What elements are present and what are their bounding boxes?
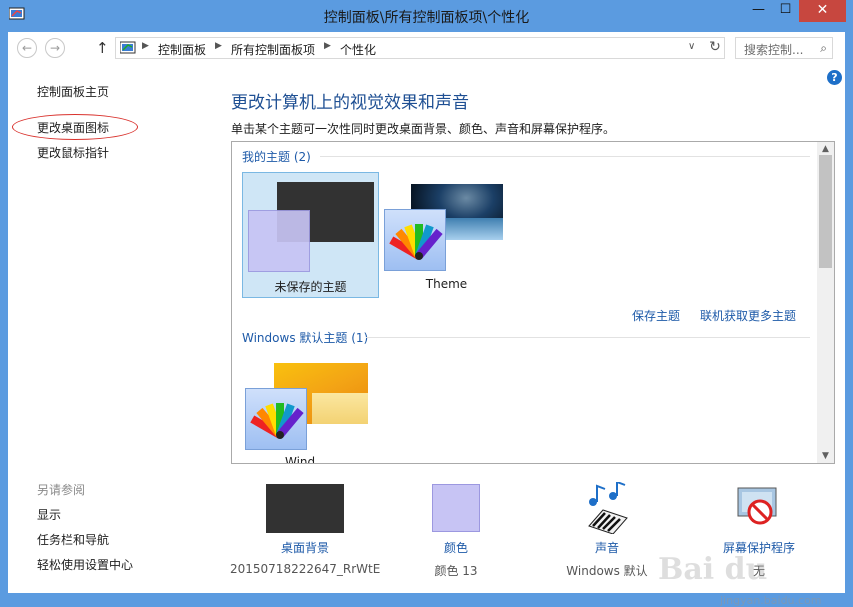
help-icon[interactable]: ?: [827, 70, 842, 85]
theme-list: 我的主题 (2) 未保存的主题 Theme 保存主题 联机获取更多主题 Wind…: [231, 141, 835, 464]
navigation-bar: ← → ↑ ▶ 控制面板 ▶ 所有控制面板项 ▶ 个性化 ∨ ↻ 搜索控制...…: [8, 32, 845, 64]
scrollbar-thumb[interactable]: [819, 155, 832, 268]
sound-value: Windows 默认: [566, 564, 648, 578]
divider: [320, 156, 810, 157]
windows-theme-label: Wind: [285, 455, 316, 464]
page-description: 单击某个主题可一次性同时更改桌面背景、颜色、声音和屏幕保护程序。: [231, 122, 616, 136]
watermark-url: jingyan.baidu.com: [720, 594, 822, 607]
color-link[interactable]: 颜色: [416, 539, 496, 556]
chevron-down-icon[interactable]: ∨: [688, 41, 695, 52]
wallpaper-panel: [312, 393, 368, 424]
theme-list-scrollbar[interactable]: ▲ ▼: [817, 142, 834, 463]
display-link[interactable]: 显示: [37, 506, 61, 523]
scroll-down-icon[interactable]: ▼: [817, 451, 834, 461]
color-swatch[interactable]: [432, 484, 480, 532]
sound-link[interactable]: 声音: [567, 539, 647, 556]
watermark: Bai du: [658, 552, 768, 587]
minimize-button[interactable]: —: [745, 0, 772, 22]
screen-saver-icon[interactable]: [734, 482, 780, 530]
desktop-background-link[interactable]: 桌面背景: [240, 539, 370, 556]
close-button[interactable]: ✕: [799, 0, 846, 22]
theme-tile[interactable]: Theme: [384, 172, 509, 298]
breadcrumb-separator: ▶: [142, 41, 149, 51]
color-value: 颜色 13: [434, 564, 478, 578]
forward-button[interactable]: →: [45, 38, 65, 58]
breadcrumb-personalization[interactable]: 个性化: [340, 41, 376, 58]
desktop-background-swatch[interactable]: [266, 484, 344, 533]
window-title: 控制面板\所有控制面板项\个性化: [323, 10, 530, 26]
theme-icon: [245, 388, 307, 450]
color-fan-icon: [389, 224, 443, 260]
annotation-circle: [12, 114, 138, 140]
save-theme-link[interactable]: 保存主题: [632, 307, 680, 324]
color-fan-icon: [250, 403, 304, 439]
search-input[interactable]: 搜索控制... ⌕: [735, 37, 833, 59]
refresh-icon[interactable]: ↻: [706, 39, 724, 55]
back-button[interactable]: ←: [17, 38, 37, 58]
see-also-heading: 另请参阅: [37, 483, 86, 497]
theme-color-swatch: [248, 210, 310, 272]
desktop-background-value: 20150718222647_RrWtE: [230, 562, 381, 576]
sound-icon[interactable]: [583, 482, 631, 534]
windows-theme-tile[interactable]: Wind: [242, 356, 372, 464]
maximize-button[interactable]: ☐: [772, 0, 799, 22]
title-bar: 控制面板\所有控制面板项\个性化 — ☐ ✕: [0, 0, 853, 32]
get-more-themes-link[interactable]: 联机获取更多主题: [700, 307, 796, 324]
breadcrumb-separator: ▶: [215, 41, 222, 51]
breadcrumb-separator: ▶: [324, 41, 331, 51]
divider: [366, 337, 810, 338]
search-placeholder: 搜索控制...: [744, 43, 804, 57]
scroll-up-icon[interactable]: ▲: [817, 144, 834, 154]
up-button[interactable]: ↑: [96, 39, 109, 57]
ease-of-access-link[interactable]: 轻松使用设置中心: [37, 556, 133, 573]
windows-default-header: Windows 默认主题 (1): [242, 331, 369, 345]
theme-label: Theme: [425, 277, 468, 291]
breadcrumb-all-items[interactable]: 所有控制面板项: [231, 41, 315, 58]
search-icon[interactable]: ⌕: [820, 41, 827, 56]
breadcrumb-control-panel[interactable]: 控制面板: [158, 41, 206, 58]
my-themes-header: 我的主题 (2): [242, 150, 311, 164]
control-panel-icon: [120, 41, 136, 54]
change-mouse-pointers-link[interactable]: 更改鼠标指针: [37, 144, 109, 161]
unsaved-theme-label: 未保存的主题: [274, 280, 347, 294]
theme-icon: [384, 209, 446, 271]
control-panel-home-link[interactable]: 控制面板主页: [37, 83, 109, 100]
page-title: 更改计算机上的视觉效果和声音: [231, 93, 469, 113]
unsaved-theme-tile[interactable]: 未保存的主题: [242, 172, 379, 298]
taskbar-navigation-link[interactable]: 任务栏和导航: [37, 531, 109, 548]
address-bar[interactable]: ▶ 控制面板 ▶ 所有控制面板项 ▶ 个性化 ∨ ↻: [115, 37, 725, 59]
window-client: ← → ↑ ▶ 控制面板 ▶ 所有控制面板项 ▶ 个性化 ∨ ↻ 搜索控制...…: [8, 32, 845, 607]
